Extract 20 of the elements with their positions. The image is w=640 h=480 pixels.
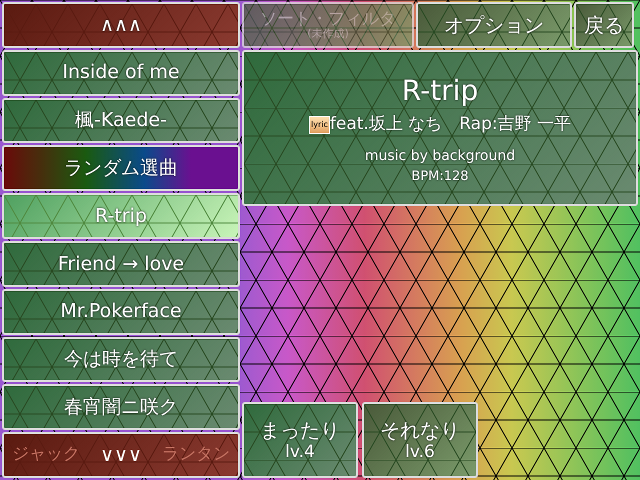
lyric-icon: lyric	[309, 116, 330, 134]
difficulty-button[interactable]: それなり lv.6	[362, 402, 478, 478]
song-item[interactable]: Mr.Pokerface	[2, 288, 240, 335]
hidden-song-title: ジャック	[12, 443, 80, 466]
song-item[interactable]: 楓-Kaede-	[2, 98, 240, 144]
scroll-up-button[interactable]: ∧∧∧	[2, 2, 240, 48]
song-item[interactable]: 春宵闇ニ咲ク	[2, 384, 240, 430]
song-title: R-trip	[402, 73, 478, 109]
scroll-down-button[interactable]: ∨∨∨	[100, 440, 142, 470]
song-item[interactable]: Friend → love	[2, 240, 240, 287]
music-credit: music by background	[364, 146, 516, 166]
hidden-song-title: ランタン	[162, 443, 230, 466]
toolbar-button[interactable]: オプション	[416, 2, 572, 48]
toolbar-button[interactable]: 戻る	[574, 2, 634, 48]
artist-credit: feat.坂上 なち Rap:吉野 一平	[330, 113, 571, 136]
song-item[interactable]: Inside of me	[2, 50, 240, 96]
random-select-button[interactable]: ランダム選曲	[2, 145, 240, 192]
difficulty-button[interactable]: まったり lv.4	[242, 402, 358, 478]
bpm-label: BPM:128	[411, 168, 469, 186]
song-item[interactable]: 今は時を待て	[2, 336, 240, 382]
